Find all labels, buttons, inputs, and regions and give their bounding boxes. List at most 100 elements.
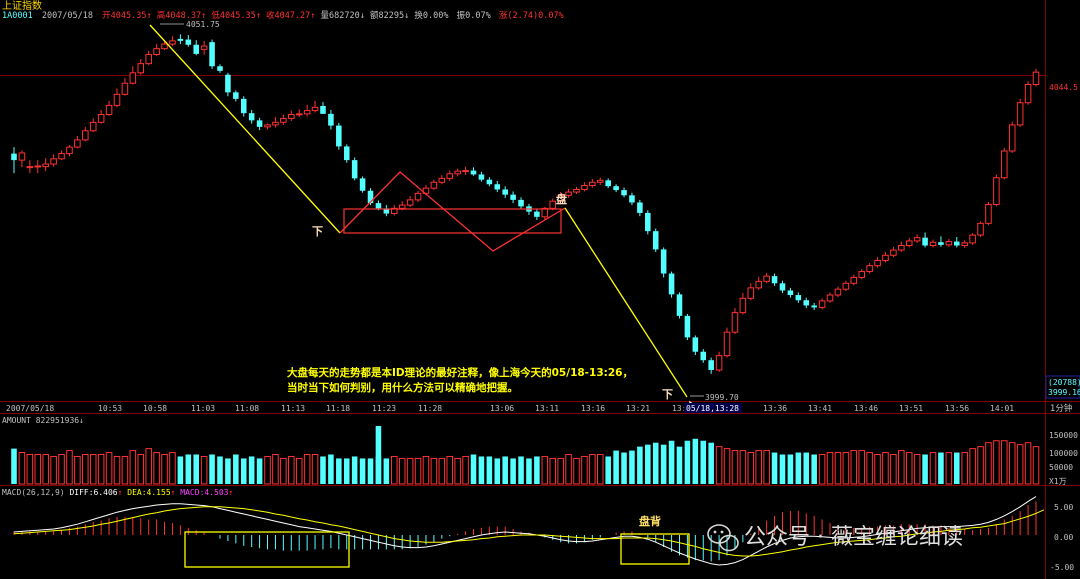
candle xyxy=(391,205,398,216)
candle-body xyxy=(264,124,271,128)
amount-bar-spike xyxy=(375,426,382,484)
candle xyxy=(652,228,659,253)
candle-body xyxy=(502,189,508,195)
header-date: 2007/05/18 xyxy=(42,11,93,21)
amount-bar xyxy=(708,442,714,484)
candle xyxy=(50,154,57,167)
candle-body xyxy=(26,166,34,169)
candle xyxy=(200,40,208,55)
candle xyxy=(137,59,145,75)
candle-body xyxy=(993,177,1000,205)
candle-body xyxy=(961,242,968,246)
candle xyxy=(280,114,287,125)
amount-bar xyxy=(882,452,889,485)
amount-bar xyxy=(336,458,342,484)
candle xyxy=(438,175,446,185)
amount-bar xyxy=(621,452,627,484)
candle xyxy=(858,268,865,280)
candle-body xyxy=(700,351,707,361)
amount-bar xyxy=(153,452,160,485)
amount-bar xyxy=(446,455,454,485)
candle xyxy=(763,272,770,284)
amount-bar xyxy=(391,455,398,485)
candle xyxy=(676,292,683,319)
candle xyxy=(795,292,802,303)
candle xyxy=(637,199,643,217)
candle-body xyxy=(763,275,770,282)
candle-body xyxy=(510,194,516,200)
amount-tick-2: 100000 xyxy=(1049,449,1078,458)
period-label[interactable]: 1分钟 xyxy=(1050,403,1072,414)
amount-bar xyxy=(692,438,699,484)
candle xyxy=(510,191,516,204)
candle xyxy=(731,308,739,335)
amount-bar xyxy=(874,454,881,485)
candle-body xyxy=(486,179,493,185)
amount-tick-3: 50000 xyxy=(1049,463,1073,472)
amount-bar xyxy=(739,450,747,485)
candle-body xyxy=(336,125,342,147)
amount-bar xyxy=(89,454,97,485)
amount-bar xyxy=(905,452,913,485)
candle xyxy=(58,150,65,161)
amount-bar xyxy=(50,455,57,485)
amount-bar xyxy=(811,454,817,484)
candle xyxy=(209,39,215,69)
candle xyxy=(478,171,485,182)
candle-body xyxy=(351,160,358,179)
candle-body xyxy=(534,211,540,217)
candle xyxy=(993,174,1000,207)
candle xyxy=(502,186,508,198)
candle xyxy=(145,50,152,65)
amount-bar xyxy=(288,455,295,485)
amount-bar xyxy=(406,457,414,485)
amount-bar xyxy=(890,454,897,485)
low-value: 4045.35 xyxy=(220,11,256,21)
candle xyxy=(668,271,675,298)
candle-body xyxy=(200,45,208,50)
amount-bar xyxy=(534,456,540,484)
candle xyxy=(969,233,976,245)
time-label: 10:58 xyxy=(143,404,167,413)
amount-bar xyxy=(11,448,17,484)
candle xyxy=(589,179,596,188)
amount-bar xyxy=(97,454,105,485)
amount-bar xyxy=(240,458,247,484)
candle xyxy=(922,232,928,248)
amount-bar xyxy=(272,454,279,485)
amount-panel-value: 822951936 xyxy=(36,416,80,425)
candle xyxy=(414,190,422,202)
candle-body xyxy=(929,241,937,246)
time-label: 13:36 xyxy=(763,404,787,413)
comment-line-2: 当时当下如何判别，用什么方法可以精确地把握。 xyxy=(287,381,518,394)
amount-bar xyxy=(850,450,858,485)
candle-body xyxy=(954,241,960,246)
candle-body xyxy=(676,294,683,316)
amount-bar xyxy=(526,458,532,484)
candle-body xyxy=(161,43,168,50)
candle xyxy=(446,170,454,181)
candle xyxy=(882,252,889,263)
candle-body xyxy=(573,188,580,193)
time-label: 13:56 xyxy=(945,404,969,413)
candle xyxy=(311,100,319,113)
stroke-down-1 xyxy=(149,24,341,234)
candle xyxy=(905,237,913,248)
amount-bars xyxy=(11,426,1040,485)
candle-body xyxy=(779,283,786,291)
candle xyxy=(486,177,493,187)
candle xyxy=(153,44,160,56)
candle-body xyxy=(343,146,350,161)
candle-body xyxy=(803,300,810,306)
candle-body xyxy=(637,202,643,213)
candle xyxy=(82,126,89,142)
candle xyxy=(723,327,731,358)
candle xyxy=(874,257,881,268)
candle xyxy=(359,176,366,193)
down-arrow-icon: ↓ xyxy=(404,11,409,21)
down-arrow-icon: ↓ xyxy=(79,416,84,425)
candle xyxy=(494,180,501,193)
amount-bar xyxy=(303,454,311,485)
candle-body xyxy=(398,204,406,209)
candle-body xyxy=(11,153,17,161)
